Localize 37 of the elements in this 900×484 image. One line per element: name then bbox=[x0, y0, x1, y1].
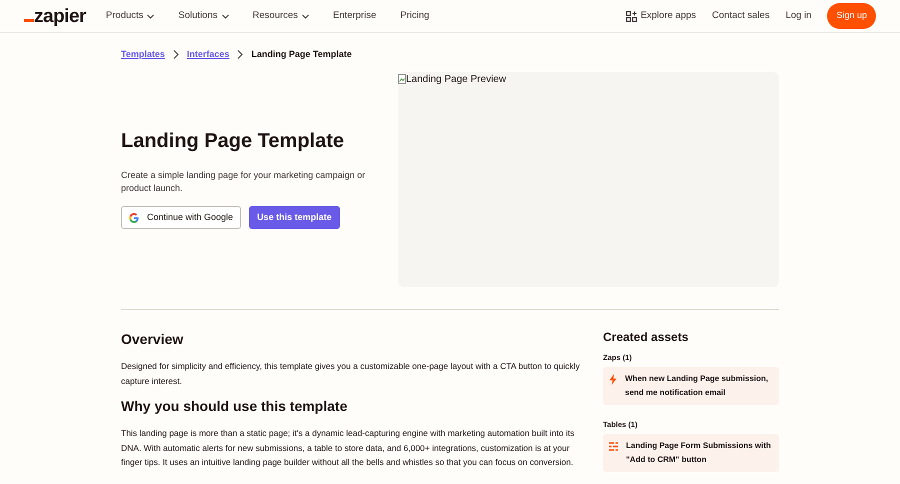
image-alt-text: Landing Page Preview bbox=[406, 72, 506, 86]
chevron-down-icon bbox=[302, 14, 309, 18]
asset-title: When new Landing Page submission, send me notification email bbox=[625, 372, 770, 399]
section-heading: Overview bbox=[121, 330, 184, 348]
asset-card[interactable]: Landing Page Form Submissions with "Add to CRM" button bbox=[603, 434, 779, 472]
chevron-down-icon bbox=[147, 14, 154, 18]
nav-link[interactable]: Enterprise bbox=[332, 8, 376, 24]
logo[interactable]: zapier bbox=[34, 6, 86, 26]
chevron-right-icon bbox=[172, 50, 179, 60]
page-title: Landing Page Template bbox=[121, 128, 345, 153]
logo-mark-icon bbox=[24, 18, 34, 22]
chevron-down-icon bbox=[222, 14, 229, 18]
chevron-right-icon bbox=[237, 50, 244, 60]
nav-link[interactable]: Explore apps bbox=[626, 8, 696, 24]
table-icon bbox=[609, 442, 618, 451]
nav-link[interactable]: Resources bbox=[252, 8, 309, 24]
nav-link[interactable]: Pricing bbox=[400, 8, 430, 24]
lightning-icon bbox=[609, 374, 617, 385]
asset-card[interactable]: When new Landing Page submission, send me notification email bbox=[603, 366, 779, 405]
google-button[interactable]: Continue with Google bbox=[121, 206, 242, 230]
google-icon bbox=[129, 212, 139, 222]
nav-link[interactable]: Contact sales bbox=[712, 8, 770, 24]
nav-link[interactable]: Products bbox=[106, 8, 154, 24]
breadcrumb-current: Landing Page Template bbox=[251, 48, 352, 61]
breadcrumb-link[interactable]: Templates bbox=[121, 48, 165, 62]
paragraph: This landing page is more than a static page; it's a dynamic lead-capturing engine with marketing automation built into its DNA. With automatic alerts for new submissions, a table to store data, and 6,000+ integrations, customization is at your finger tips. It uses an intuitive landing page builder without all the bells and whistles so that you can focus on conversion. bbox=[121, 427, 576, 470]
broken-image-icon bbox=[398, 74, 406, 84]
apps-grid-icon bbox=[626, 10, 637, 22]
nav-link[interactable]: Log in bbox=[786, 8, 812, 24]
paragraph: Designed for simplicity and efficiency, this template gives you a customizable one-page layout with a CTA button to quickly capture interest. bbox=[121, 360, 581, 388]
asset-title: Landing Page Form Submissions with "Add to CRM" button bbox=[626, 440, 772, 466]
section-heading: Why you should use this template bbox=[121, 398, 348, 416]
description: Create a simple landing page for your marketing campaign or product launch. bbox=[121, 168, 366, 195]
nav-link[interactable]: Solutions bbox=[178, 8, 229, 24]
use-template-button[interactable]: Use this template bbox=[249, 206, 340, 230]
assets-heading: Created assets bbox=[603, 328, 690, 346]
breadcrumb-link[interactable]: Interfaces bbox=[186, 48, 230, 62]
